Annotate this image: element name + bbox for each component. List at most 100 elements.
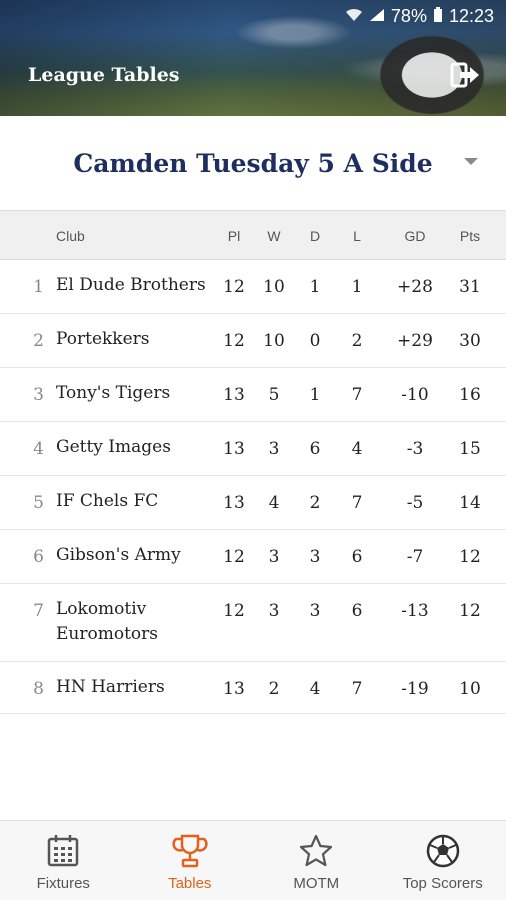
points: 16 [459,385,481,405]
goal-difference: -10 [401,385,429,405]
league-name: Camden Tuesday 5 A Side [73,148,433,178]
position: 2 [33,331,44,351]
league-selector[interactable]: Camden Tuesday 5 A Side [0,116,506,210]
column-header-pl: Pl [227,228,241,244]
table-header: Club Pl W D L GD Pts [0,210,506,260]
battery-level: 78% [390,6,427,26]
won: 2 [268,679,280,699]
trophy-icon [172,834,208,868]
table-row[interactable]: 3 Tony's Tigers 13 5 1 7 -10 16 [0,368,506,422]
played: 12 [223,331,245,351]
column-header-w: W [267,228,281,244]
points: 15 [459,439,481,459]
goal-difference: +28 [397,277,433,297]
chevron-down-icon[interactable] [464,158,478,165]
nav-item-tables[interactable]: Tables [127,821,254,900]
position: 5 [33,493,44,513]
football-icon [426,834,459,868]
won: 4 [268,493,280,513]
calendar-icon [48,835,79,867]
club-name: Gibson's Army [56,545,181,565]
table-row[interactable]: 1 El Dude Brothers 12 10 1 1 +28 31 [0,260,506,314]
drawn: 3 [309,601,321,621]
position: 1 [33,277,44,297]
points: 10 [459,679,481,699]
position: 8 [33,679,44,699]
points: 31 [459,277,481,297]
nav-item-fixtures[interactable]: Fixtures [0,821,127,900]
won: 10 [263,331,285,351]
club-name: Portekkers [56,329,150,349]
lost: 6 [351,601,363,621]
position: 7 [33,601,44,621]
nav-label-tables: Tables [168,875,212,892]
position: 3 [33,385,44,405]
won: 3 [268,601,280,621]
won: 10 [263,277,285,297]
table-row[interactable]: 8 HN Harriers 13 2 4 7 -19 10 [0,662,506,714]
won: 5 [268,385,280,405]
column-header-gd: GD [404,228,426,244]
table-row[interactable]: 4 Getty Images 13 3 6 4 -3 15 [0,422,506,476]
club-name: Lokomotiv Euromotors [56,597,216,647]
lost: 4 [351,439,363,459]
played: 12 [223,601,245,621]
table-row[interactable]: 2 Portekkers 12 10 0 2 +29 30 [0,314,506,368]
clock: 12:23 [448,6,494,26]
points: 12 [459,601,481,621]
goal-difference: -3 [406,439,424,459]
bottom-nav: Fixtures Tables MOTM Top Scorers [0,820,506,900]
played: 13 [223,679,245,699]
played: 12 [223,277,245,297]
nav-item-motm[interactable]: MOTM [253,821,380,900]
table-row[interactable]: 6 Gibson's Army 12 3 3 6 -7 12 [0,530,506,584]
club-name: HN Harriers [56,677,165,697]
played: 12 [223,547,245,567]
position: 6 [33,547,44,567]
column-header-club: Club [56,228,85,244]
nav-label-motm: MOTM [293,875,340,892]
club-name: IF Chels FC [56,491,159,511]
drawn: 3 [309,547,321,567]
drawn: 0 [309,331,321,351]
drawn: 2 [309,493,321,513]
logout-icon[interactable] [450,60,480,90]
played: 13 [223,385,245,405]
lost: 1 [351,277,363,297]
club-name: Tony's Tigers [56,383,171,403]
lost: 2 [351,331,363,351]
status-bar: 78% 12:23 [345,6,494,27]
position: 4 [33,439,44,459]
column-header-pts: Pts [459,228,481,244]
lost: 7 [351,679,363,699]
points: 14 [459,493,481,513]
goal-difference: +29 [397,331,433,351]
table-row[interactable]: 5 IF Chels FC 13 4 2 7 -5 14 [0,476,506,530]
column-header-d: D [309,228,321,244]
wifi-icon [345,8,363,26]
star-icon [300,834,333,867]
signal-icon [369,8,385,26]
won: 3 [268,439,280,459]
lost: 6 [351,547,363,567]
nav-label-top-scorers: Top Scorers [402,875,483,892]
goal-difference: -13 [401,601,429,621]
club-name-line: Lokomotiv [56,599,147,619]
battery-icon [433,6,443,27]
drawn: 1 [309,385,321,405]
points: 30 [459,331,481,351]
nav-item-top-scorers[interactable]: Top Scorers [380,821,506,900]
header-banner: 78% 12:23 League Tables [0,0,506,116]
nav-label-fixtures: Fixtures [36,875,90,892]
played: 13 [223,439,245,459]
table-row[interactable]: 7 Lokomotiv Euromotors 12 3 3 6 -13 12 [0,584,506,662]
goal-difference: -19 [401,679,429,699]
club-name: Getty Images [56,437,171,457]
club-name-line: Euromotors [56,624,158,644]
lost: 7 [351,493,363,513]
drawn: 1 [309,277,321,297]
won: 3 [268,547,280,567]
goal-difference: -5 [406,493,424,513]
drawn: 6 [309,439,321,459]
goal-difference: -7 [406,547,424,567]
